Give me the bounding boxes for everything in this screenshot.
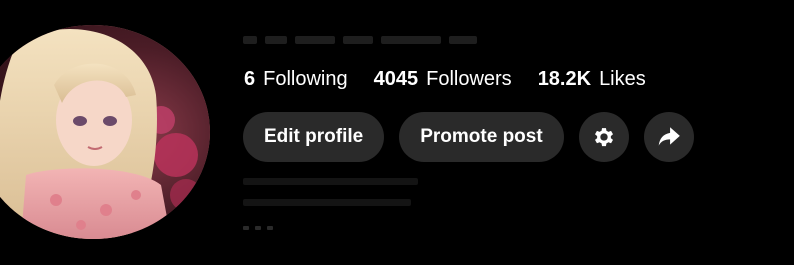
likes-count: 18.2K bbox=[537, 68, 592, 90]
gear-icon bbox=[594, 128, 613, 147]
following-count: 6 bbox=[244, 68, 256, 90]
stat-likes[interactable]: 18.2K Likes bbox=[538, 68, 646, 91]
share-arrow-icon bbox=[658, 127, 680, 146]
profile-actions: Edit profile Promote post bbox=[243, 112, 694, 162]
followers-count: 4045 bbox=[373, 68, 419, 90]
stat-followers[interactable]: 4045 Followers bbox=[374, 68, 512, 91]
stat-following[interactable]: 6 Following bbox=[244, 68, 348, 91]
bio-redacted bbox=[243, 178, 443, 220]
avatar[interactable] bbox=[0, 25, 210, 239]
username-redacted bbox=[243, 33, 481, 47]
profile-stats: 6 Following 4045 Followers 18.2K Likes bbox=[244, 68, 646, 91]
settings-button[interactable] bbox=[578, 112, 629, 162]
likes-label: Likes bbox=[599, 68, 646, 90]
link-redacted bbox=[243, 226, 273, 230]
followers-label: Followers bbox=[426, 68, 512, 90]
promote-post-button[interactable]: Promote post bbox=[399, 112, 564, 162]
avatar-image bbox=[0, 25, 210, 239]
edit-profile-button[interactable]: Edit profile bbox=[243, 112, 385, 162]
following-label: Following bbox=[263, 68, 348, 90]
share-button[interactable] bbox=[643, 112, 694, 162]
